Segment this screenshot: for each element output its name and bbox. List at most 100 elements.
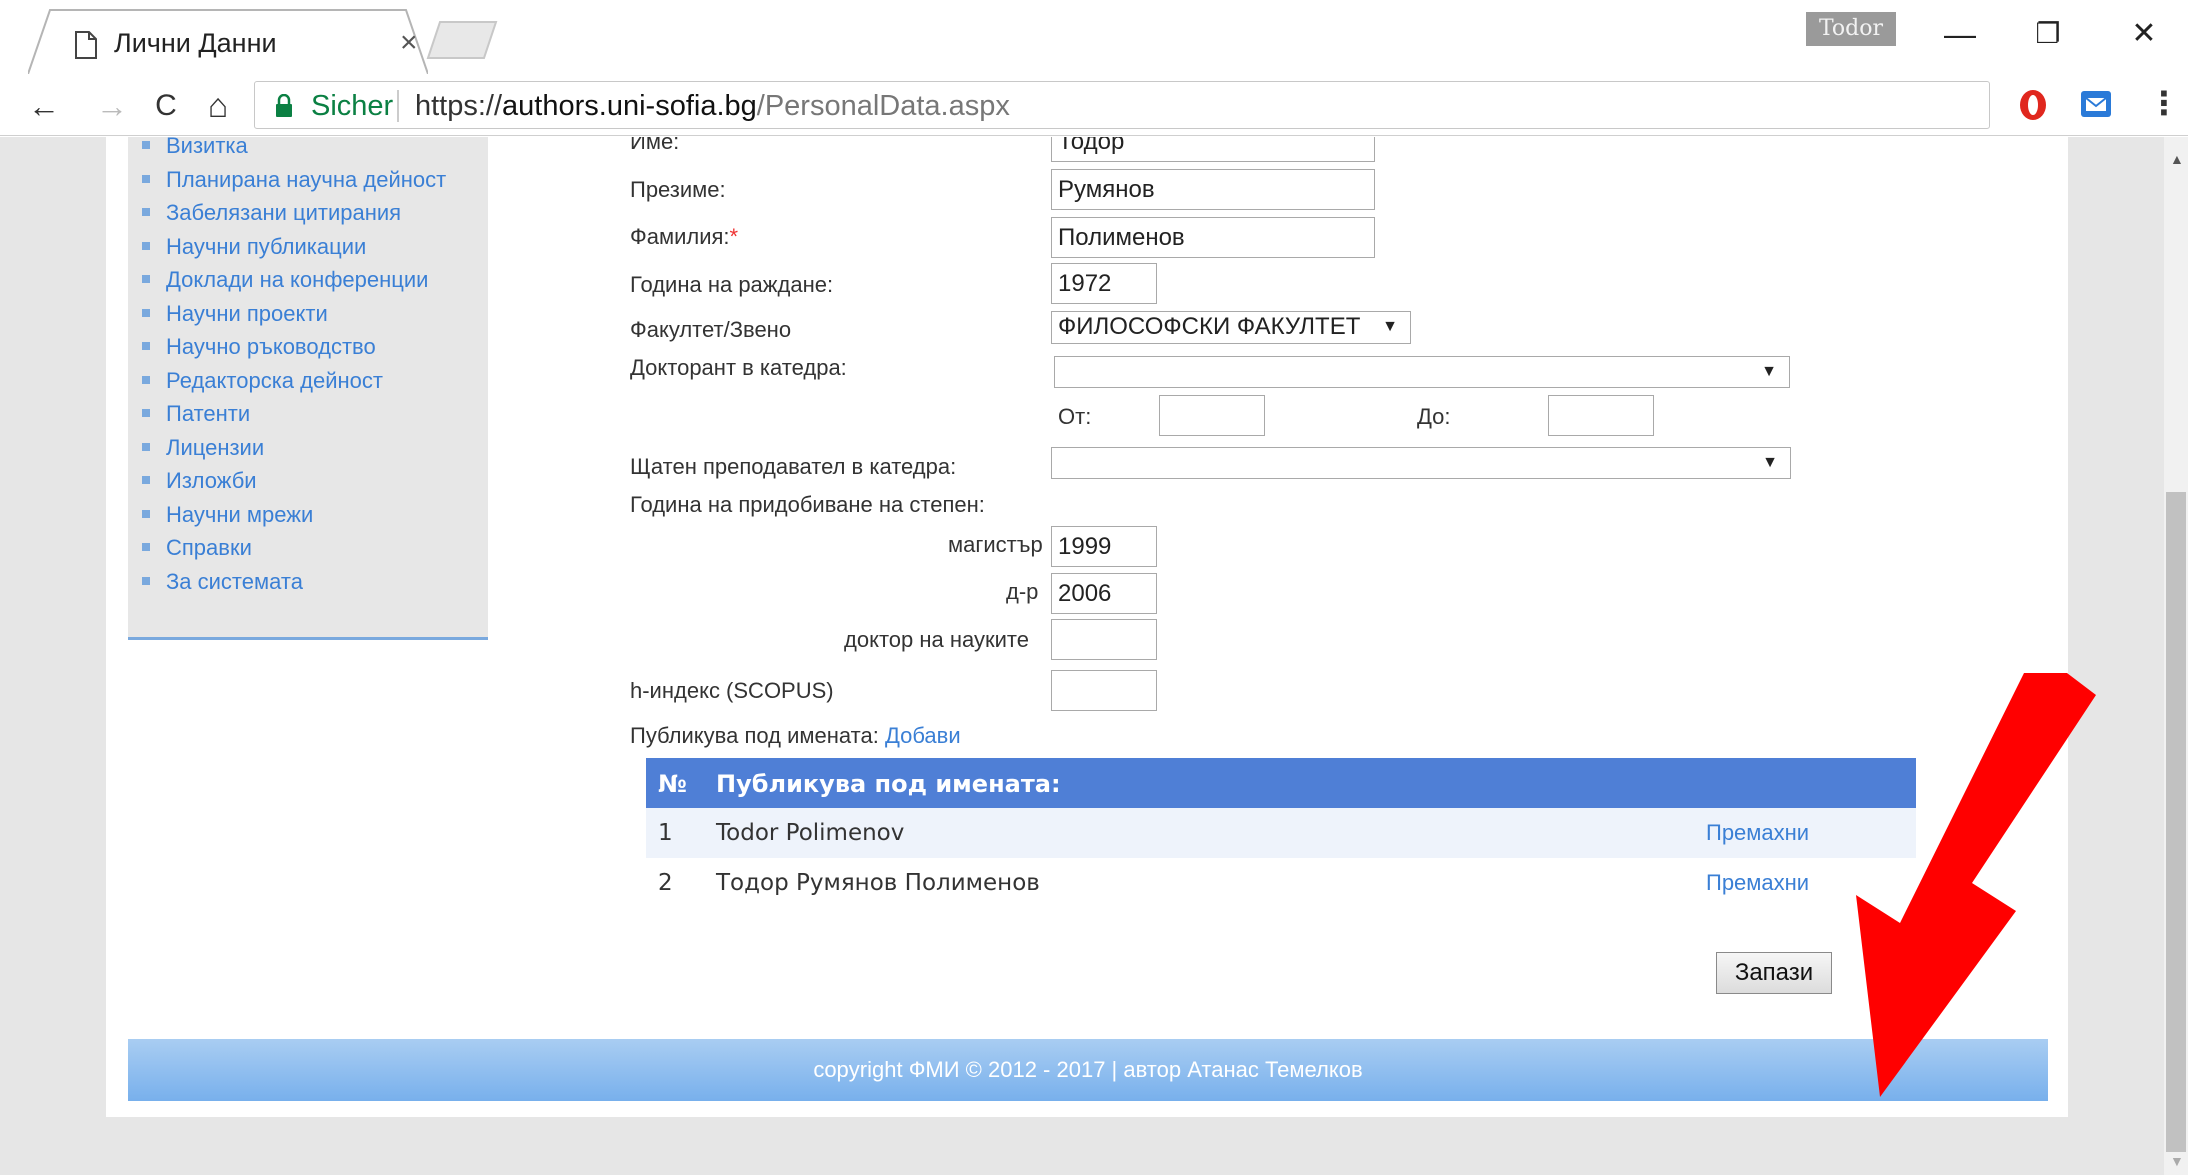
home-icon[interactable]: ⌂	[198, 86, 238, 126]
bullet-icon	[142, 409, 150, 418]
bullet-icon	[142, 509, 150, 518]
save-button[interactable]: Запази	[1716, 952, 1832, 994]
faculty-label: Факултет/Звено	[630, 317, 792, 342]
sidebar-item-label: Научни мрежи	[166, 501, 314, 527]
sidebar-item-label: За системата	[166, 568, 303, 594]
table-row: 2 Тодор Румянов Полименов Премахни	[646, 858, 1916, 908]
sidebar-list: Визитка Планирана научна дейност Забелязан…	[142, 137, 446, 598]
minimize-icon[interactable]: —	[1940, 14, 1980, 54]
dropdown-arrow-icon: ▼	[1382, 318, 1398, 335]
restore-icon[interactable]: ❐	[2028, 14, 2068, 54]
row-name: Todor Polimenov	[716, 820, 905, 846]
sidebar-item[interactable]: Справки	[142, 531, 446, 565]
sidebar-item[interactable]: Визитка	[142, 137, 446, 163]
kebab-menu-icon[interactable]: ⋮	[2148, 84, 2180, 122]
profile-badge[interactable]: Todor	[1806, 12, 1896, 46]
master-year-field[interactable]: 1999	[1051, 526, 1157, 567]
sidebar-item[interactable]: Забелязани цитирания	[142, 196, 446, 230]
sidebar-item[interactable]: Научни мрежи	[142, 498, 446, 532]
tab-title: Лични Данни	[114, 28, 277, 58]
scroll-thumb[interactable]	[2166, 492, 2186, 1152]
sidebar-item[interactable]: Доклади на конференции	[142, 263, 446, 297]
omnibox-divider	[397, 90, 399, 122]
table-row: 1 Todor Polimenov Премахни	[646, 808, 1916, 858]
sidebar-item[interactable]: Патенти	[142, 397, 446, 431]
phd-dept-select[interactable]: ▼	[1054, 356, 1790, 388]
names-table: № Публикува под имената: 1 Todor Polimen…	[646, 758, 1916, 908]
first-name-field[interactable]: Тодор	[1051, 137, 1375, 162]
sidebar-item[interactable]: Планирана научна дейност	[142, 163, 446, 197]
sidebar-item[interactable]: Научни публикации	[142, 230, 446, 264]
close-tab-icon[interactable]: ×	[400, 28, 418, 58]
bullet-icon	[142, 342, 150, 351]
sidebar-item[interactable]: За системата	[142, 565, 446, 599]
middle-name-field[interactable]: Румянов	[1051, 169, 1375, 210]
dropdown-arrow-icon: ▼	[1762, 454, 1778, 471]
page-container: Визитка Планирана научна дейност Забелязан…	[106, 137, 2096, 1117]
bullet-icon	[142, 174, 150, 183]
bullet-icon	[142, 543, 150, 552]
last-name-label: Фамилия:*	[630, 224, 738, 250]
first-name-label: Име:	[630, 137, 680, 154]
remove-name-link[interactable]: Премахни	[1706, 820, 1809, 846]
sidebar-item[interactable]: Лицензии	[142, 431, 446, 465]
bullet-icon	[142, 141, 150, 150]
col-num-header: №	[658, 770, 687, 798]
sidebar-item[interactable]: Научно ръководство	[142, 330, 446, 364]
remove-name-link[interactable]: Премахни	[1706, 870, 1809, 896]
url-host: authors.uni-sofia.bg	[502, 90, 757, 122]
bullet-icon	[142, 308, 150, 317]
sidebar-item-label: Доклади на конференции	[166, 267, 429, 292]
url-path: /PersonalData.aspx	[756, 90, 1010, 122]
bullet-icon	[142, 442, 150, 451]
page-footer: copyright ФМИ © 2012 - 2017 | автор Атан…	[128, 1039, 2048, 1101]
sidebar-item[interactable]: Изложби	[142, 464, 446, 498]
sidebar-item-label: Изложби	[166, 468, 257, 493]
sidebar-item-label: Научни проекти	[166, 300, 328, 326]
from-label: От:	[1058, 404, 1092, 429]
to-field[interactable]	[1548, 395, 1654, 436]
close-window-icon[interactable]: ✕	[2124, 14, 2164, 54]
staff-dept-select[interactable]: ▼	[1051, 447, 1791, 479]
new-tab-button[interactable]	[424, 20, 500, 60]
reload-icon[interactable]: C	[146, 86, 186, 126]
address-bar[interactable]: Sicher https://authors.uni-sofia.bg/Pers…	[254, 81, 1990, 129]
opera-icon[interactable]	[2018, 88, 2048, 122]
row-num: 1	[658, 820, 673, 846]
sidebar-item[interactable]: Научни проекти	[142, 297, 446, 331]
from-field[interactable]	[1159, 395, 1265, 436]
doc-icon	[75, 31, 97, 59]
last-name-label-text: Фамилия:	[630, 224, 730, 249]
last-name-field[interactable]: Полименов	[1051, 217, 1375, 258]
publishes-as-label: Публикува под имената: Добави	[630, 723, 961, 749]
phd-year-field[interactable]: 2006	[1051, 573, 1157, 614]
browser-tab[interactable]: Лични Данни ×	[28, 8, 428, 74]
dropdown-arrow-icon: ▼	[1761, 363, 1777, 380]
browser-toolbar: ← → C ⌂ Sicher https://authors.uni-sofia…	[0, 74, 2188, 136]
vertical-scrollbar[interactable]: ▲ ▼	[2164, 137, 2188, 1175]
col-name-header: Публикува под имената:	[716, 770, 1061, 798]
sidebar-item[interactable]: Редакторска дейност	[142, 364, 446, 398]
bullet-icon	[142, 208, 150, 217]
sidebar-item-label: Забелязани цитирания	[166, 200, 402, 225]
url-scheme: https://	[415, 90, 503, 122]
faculty-select[interactable]: ФИЛОСОФСКИ ФАКУЛТЕТ ▼	[1051, 311, 1411, 344]
back-icon[interactable]: ←	[24, 86, 64, 126]
bullet-icon	[142, 375, 150, 384]
forward-icon[interactable]: →	[92, 86, 132, 126]
dsc-year-field[interactable]	[1051, 619, 1157, 660]
sidebar-item-label: Планирана научна дейност	[166, 166, 447, 192]
add-name-link[interactable]: Добави	[885, 723, 961, 748]
mail-icon[interactable]	[2080, 90, 2112, 118]
scroll-down-icon[interactable]: ▼	[2170, 1153, 2184, 1169]
browser-tab-strip: Лични Данни × Todor — ❐ ✕	[0, 0, 2188, 74]
birth-year-field[interactable]: 1972	[1051, 263, 1157, 304]
scroll-up-icon[interactable]: ▲	[2170, 151, 2184, 167]
sidebar-item-label: Справки	[166, 535, 252, 560]
sidebar-menu: Визитка Планирана научна дейност Забелязан…	[128, 137, 488, 640]
faculty-select-value: ФИЛОСОФСКИ ФАКУЛТЕТ	[1058, 313, 1361, 340]
hindex-field[interactable]	[1051, 670, 1157, 711]
table-header: № Публикува под имената:	[646, 758, 1916, 808]
lock-icon	[276, 94, 292, 117]
hindex-label: h-индекс (SCOPUS)	[630, 678, 834, 703]
